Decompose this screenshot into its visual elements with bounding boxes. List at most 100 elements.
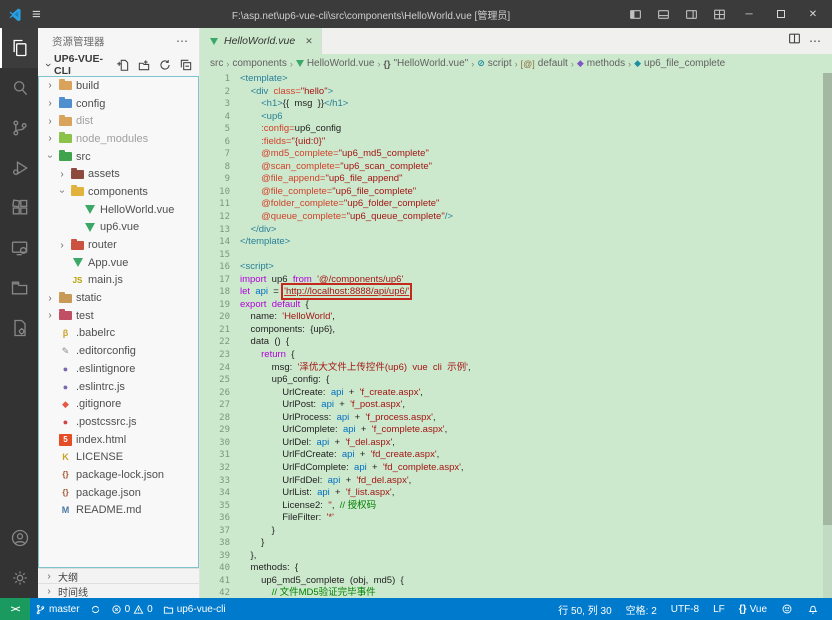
- customize-layout-icon[interactable]: [706, 2, 732, 26]
- panel-header-大纲[interactable]: ›大纲: [38, 568, 199, 583]
- code-line[interactable]: 10 @file_complete="up6_file_complete": [200, 186, 832, 199]
- tree-item-components[interactable]: ›components: [39, 183, 198, 201]
- code-line[interactable]: 3 <h1>{{ msg }}</h1>: [200, 98, 832, 111]
- breadcrumb-item[interactable]: ◆methods: [577, 58, 625, 69]
- toggle-panel-icon[interactable]: [650, 2, 676, 26]
- tree-item-.gitignore[interactable]: ◆.gitignore: [39, 395, 198, 413]
- tree-item-.editorconfig[interactable]: ✎.editorconfig: [39, 342, 198, 360]
- code-line[interactable]: 25 up6_config: {: [200, 374, 832, 387]
- code-line[interactable]: 39 },: [200, 550, 832, 563]
- remote-indicator[interactable]: ><: [0, 598, 30, 620]
- breadcrumb-item[interactable]: HelloWorld.vue: [296, 58, 375, 69]
- split-editor-icon[interactable]: [788, 32, 801, 50]
- code-line[interactable]: 12 @queue_complete="up6_queue_complete"/…: [200, 211, 832, 224]
- code-line[interactable]: 35 License2: '', // 授权码: [200, 500, 832, 513]
- workspace-section-header[interactable]: › UP6-VUE-CLI: [38, 54, 199, 76]
- tree-item-HelloWorld.vue[interactable]: HelloWorld.vue: [39, 201, 198, 219]
- editor-more-actions-icon[interactable]: ⋯: [809, 34, 822, 48]
- code-line[interactable]: 16<script>: [200, 261, 832, 274]
- code-line[interactable]: 30 UrlDel: api + 'f_del.aspx',: [200, 437, 832, 450]
- code-line[interactable]: 34 UrlList: api + 'f_list.aspx',: [200, 487, 832, 500]
- new-folder-icon[interactable]: [135, 56, 153, 74]
- code-line[interactable]: 40 methods: {: [200, 562, 832, 575]
- tree-item-.babelrc[interactable]: β.babelrc: [39, 325, 198, 343]
- explorer-icon[interactable]: [0, 28, 38, 68]
- code-line[interactable]: 37 }: [200, 525, 832, 538]
- collapse-all-icon[interactable]: [177, 56, 195, 74]
- code-line[interactable]: 11 @folder_complete="up6_folder_complete…: [200, 198, 832, 211]
- cursor-position[interactable]: 行 50, 列 30: [551, 598, 618, 620]
- breadcrumb-item[interactable]: {}"HelloWorld.vue": [383, 58, 468, 69]
- breadcrumb-item[interactable]: components: [232, 58, 286, 69]
- code-line[interactable]: 28 UrlProcess: api + 'f_process.aspx',: [200, 412, 832, 425]
- code-line[interactable]: 31 UrlFdCreate: api + 'fd_create.aspx',: [200, 449, 832, 462]
- code-line[interactable]: 8 @scan_complete="up6_scan_complete": [200, 161, 832, 174]
- folder-explorer-icon[interactable]: [0, 268, 38, 308]
- tree-item-main.js[interactable]: JSmain.js: [39, 272, 198, 290]
- refresh-icon[interactable]: [156, 56, 174, 74]
- tree-item-build[interactable]: ›build: [39, 77, 198, 95]
- tree-item-config[interactable]: ›config: [39, 95, 198, 113]
- tree-item-App.vue[interactable]: App.vue: [39, 254, 198, 272]
- code-line[interactable]: 42 // 文件MD5验证完毕事件: [200, 587, 832, 598]
- close-button[interactable]: ✕: [798, 1, 828, 27]
- code-line[interactable]: 13 </div>: [200, 224, 832, 237]
- tree-item-package.json[interactable]: {}package.json: [39, 484, 198, 502]
- settings-gear-icon[interactable]: [0, 558, 38, 598]
- code-line[interactable]: 27 UrlPost: api + 'f_post.aspx',: [200, 399, 832, 412]
- tab-close-icon[interactable]: ✕: [301, 36, 313, 47]
- scrollbar-thumb[interactable]: [823, 73, 832, 525]
- feedback-smiley-icon[interactable]: [774, 598, 800, 620]
- tree-item-src[interactable]: ›src: [39, 148, 198, 166]
- eol-status[interactable]: LF: [706, 598, 732, 620]
- code-line[interactable]: 18let api = 'http://localhost:8888/api/u…: [200, 286, 832, 299]
- code-line[interactable]: 5 :config=up6_config: [200, 123, 832, 136]
- code-line[interactable]: 29 UrlComplete: api + 'f_complete.aspx',: [200, 424, 832, 437]
- tree-item-up6.vue[interactable]: up6.vue: [39, 219, 198, 237]
- code-line[interactable]: 4 <up6: [200, 111, 832, 124]
- editor-scrollbar[interactable]: [823, 73, 832, 598]
- code-editor[interactable]: 1<template>2 <div class="hello">3 <h1>{{…: [200, 73, 832, 598]
- code-line[interactable]: 6 :fields="{uid:0}": [200, 136, 832, 149]
- code-line[interactable]: 38 }: [200, 537, 832, 550]
- tab-helloworld-vue[interactable]: HelloWorld.vue ✕: [200, 28, 322, 54]
- search-icon[interactable]: [0, 68, 38, 108]
- code-line[interactable]: 14</template>: [200, 236, 832, 249]
- code-line[interactable]: 33 UrlFdDel: api + 'fd_del.aspx',: [200, 475, 832, 488]
- tree-item-router[interactable]: ›router: [39, 236, 198, 254]
- breadcrumb-item[interactable]: src: [210, 58, 223, 69]
- explorer-more-actions-icon[interactable]: ⋯: [176, 34, 189, 48]
- toggle-sidebar-icon[interactable]: [622, 2, 648, 26]
- tree-item-.eslintrc.js[interactable]: ●.eslintrc.js: [39, 378, 198, 396]
- breadcrumb-item[interactable]: [@]default: [521, 58, 568, 69]
- indentation-status[interactable]: 空格: 2: [619, 598, 664, 620]
- project-status[interactable]: up6-vue-cli: [158, 598, 231, 620]
- menu-hamburger-icon[interactable]: ≡: [32, 6, 41, 23]
- code-line[interactable]: 2 <div class="hello">: [200, 86, 832, 99]
- tree-item-index.html[interactable]: 5index.html: [39, 431, 198, 449]
- code-line[interactable]: 21 components: {up6},: [200, 324, 832, 337]
- project-settings-icon[interactable]: [0, 308, 38, 348]
- notifications-bell-icon[interactable]: [800, 598, 826, 620]
- code-line[interactable]: 19export default {: [200, 299, 832, 312]
- tree-item-dist[interactable]: ›dist: [39, 112, 198, 130]
- code-line[interactable]: 22 data () {: [200, 336, 832, 349]
- remote-explorer-icon[interactable]: [0, 228, 38, 268]
- code-line[interactable]: 7 @md5_complete="up6_md5_complete": [200, 148, 832, 161]
- run-debug-icon[interactable]: [0, 148, 38, 188]
- code-line[interactable]: 15: [200, 249, 832, 262]
- account-icon[interactable]: [0, 518, 38, 558]
- tree-item-static[interactable]: ›static: [39, 289, 198, 307]
- tree-item-node_modules[interactable]: ›node_modules: [39, 130, 198, 148]
- tree-item-test[interactable]: ›test: [39, 307, 198, 325]
- panel-header-时间线[interactable]: ›时间线: [38, 583, 199, 598]
- minimize-button[interactable]: ─: [734, 1, 764, 27]
- code-line[interactable]: 17import up6 from '@/components/up6': [200, 274, 832, 287]
- code-line[interactable]: 23 return {: [200, 349, 832, 362]
- tree-item-.postcssrc.js[interactable]: ●.postcssrc.js: [39, 413, 198, 431]
- code-line[interactable]: 26 UrlCreate: api + 'f_create.aspx',: [200, 387, 832, 400]
- encoding-status[interactable]: UTF-8: [664, 598, 706, 620]
- code-line[interactable]: 24 msg: '泽优大文件上传控件(up6) vue cli 示例',: [200, 362, 832, 375]
- code-line[interactable]: 32 UrlFdComplete: api + 'fd_complete.asp…: [200, 462, 832, 475]
- problems-status[interactable]: 0 0: [106, 598, 158, 620]
